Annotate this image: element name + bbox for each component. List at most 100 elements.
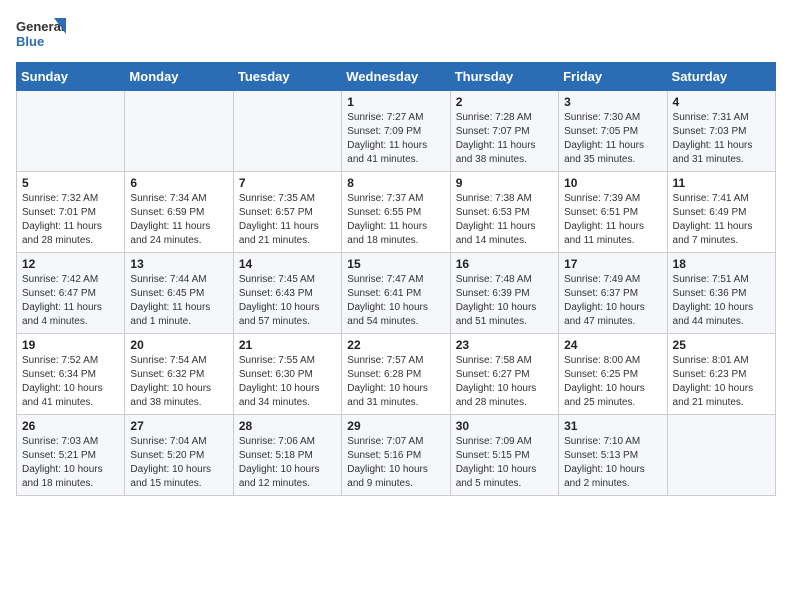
day-number: 11 xyxy=(673,176,770,190)
cell-daylight-info: Sunrise: 7:41 AM Sunset: 6:49 PM Dayligh… xyxy=(673,192,770,248)
day-number: 3 xyxy=(564,95,661,109)
cell-daylight-info: Sunrise: 7:47 AM Sunset: 6:41 PM Dayligh… xyxy=(347,273,444,329)
day-number: 6 xyxy=(130,176,227,190)
weekday-header-wednesday: Wednesday xyxy=(342,63,450,91)
calendar-cell: 1 Sunrise: 7:27 AM Sunset: 7:09 PM Daylig… xyxy=(342,91,450,172)
weekday-header-friday: Friday xyxy=(559,63,667,91)
day-number: 16 xyxy=(456,257,553,271)
cell-daylight-info: Sunrise: 7:51 AM Sunset: 6:36 PM Dayligh… xyxy=(673,273,770,329)
calendar-cell: 10 Sunrise: 7:39 AM Sunset: 6:51 PM Dayli… xyxy=(559,172,667,253)
day-number: 12 xyxy=(22,257,119,271)
calendar-cell xyxy=(667,415,775,496)
weekday-header-row: SundayMondayTuesdayWednesdayThursdayFrid… xyxy=(17,63,776,91)
calendar-cell: 17 Sunrise: 7:49 AM Sunset: 6:37 PM Dayli… xyxy=(559,253,667,334)
calendar-cell xyxy=(125,91,233,172)
calendar-cell: 19 Sunrise: 7:52 AM Sunset: 6:34 PM Dayli… xyxy=(17,334,125,415)
calendar-cell: 9 Sunrise: 7:38 AM Sunset: 6:53 PM Daylig… xyxy=(450,172,558,253)
calendar-cell: 16 Sunrise: 7:48 AM Sunset: 6:39 PM Dayli… xyxy=(450,253,558,334)
day-number: 1 xyxy=(347,95,444,109)
day-number: 14 xyxy=(239,257,336,271)
calendar-cell: 29 Sunrise: 7:07 AM Sunset: 5:16 PM Dayli… xyxy=(342,415,450,496)
calendar-cell: 5Sunrise: 7:32 AM Sunset: 7:01 PM Daylig… xyxy=(17,172,125,253)
calendar-cell: 22 Sunrise: 7:57 AM Sunset: 6:28 PM Dayli… xyxy=(342,334,450,415)
cell-daylight-info: Sunrise: 7:48 AM Sunset: 6:39 PM Dayligh… xyxy=(456,273,553,329)
logo: GeneralBlue xyxy=(16,16,66,52)
day-number: 7 xyxy=(239,176,336,190)
week-row-0: 1 Sunrise: 7:27 AM Sunset: 7:09 PM Daylig… xyxy=(17,91,776,172)
calendar-cell xyxy=(17,91,125,172)
calendar-cell: 4 Sunrise: 7:31 AM Sunset: 7:03 PM Daylig… xyxy=(667,91,775,172)
calendar-cell: 13 Sunrise: 7:44 AM Sunset: 6:45 PM Dayli… xyxy=(125,253,233,334)
day-number: 4 xyxy=(673,95,770,109)
day-number: 13 xyxy=(130,257,227,271)
cell-daylight-info: Sunrise: 7:39 AM Sunset: 6:51 PM Dayligh… xyxy=(564,192,661,248)
cell-daylight-info: Sunrise: 7:10 AM Sunset: 5:13 PM Dayligh… xyxy=(564,435,661,491)
calendar-cell: 2 Sunrise: 7:28 AM Sunset: 7:07 PM Daylig… xyxy=(450,91,558,172)
day-number: 19 xyxy=(22,338,119,352)
cell-daylight-info: Sunrise: 7:44 AM Sunset: 6:45 PM Dayligh… xyxy=(130,273,227,329)
day-number: 30 xyxy=(456,419,553,433)
weekday-header-saturday: Saturday xyxy=(667,63,775,91)
day-number: 29 xyxy=(347,419,444,433)
calendar-table: SundayMondayTuesdayWednesdayThursdayFrid… xyxy=(16,62,776,496)
header: GeneralBlue xyxy=(16,16,776,52)
cell-daylight-info: Sunrise: 7:57 AM Sunset: 6:28 PM Dayligh… xyxy=(347,354,444,410)
cell-daylight-info: Sunrise: 7:03 AM Sunset: 5:21 PM Dayligh… xyxy=(22,435,119,491)
calendar-cell: 28Sunrise: 7:06 AM Sunset: 5:18 PM Dayli… xyxy=(233,415,341,496)
calendar-cell: 25 Sunrise: 8:01 AM Sunset: 6:23 PM Dayli… xyxy=(667,334,775,415)
cell-daylight-info: Sunrise: 8:00 AM Sunset: 6:25 PM Dayligh… xyxy=(564,354,661,410)
day-number: 23 xyxy=(456,338,553,352)
calendar-cell: 21Sunrise: 7:55 AM Sunset: 6:30 PM Dayli… xyxy=(233,334,341,415)
day-number: 21 xyxy=(239,338,336,352)
calendar-cell: 20 Sunrise: 7:54 AM Sunset: 6:32 PM Dayli… xyxy=(125,334,233,415)
day-number: 18 xyxy=(673,257,770,271)
cell-daylight-info: Sunrise: 7:37 AM Sunset: 6:55 PM Dayligh… xyxy=(347,192,444,248)
calendar-cell: 31 Sunrise: 7:10 AM Sunset: 5:13 PM Dayli… xyxy=(559,415,667,496)
calendar-cell: 30Sunrise: 7:09 AM Sunset: 5:15 PM Dayli… xyxy=(450,415,558,496)
cell-daylight-info: Sunrise: 7:28 AM Sunset: 7:07 PM Dayligh… xyxy=(456,111,553,167)
week-row-1: 5Sunrise: 7:32 AM Sunset: 7:01 PM Daylig… xyxy=(17,172,776,253)
logo-svg: GeneralBlue xyxy=(16,16,66,52)
day-number: 22 xyxy=(347,338,444,352)
calendar-cell: 15 Sunrise: 7:47 AM Sunset: 6:41 PM Dayli… xyxy=(342,253,450,334)
cell-daylight-info: Sunrise: 7:58 AM Sunset: 6:27 PM Dayligh… xyxy=(456,354,553,410)
calendar-cell xyxy=(233,91,341,172)
week-row-4: 26 Sunrise: 7:03 AM Sunset: 5:21 PM Dayli… xyxy=(17,415,776,496)
calendar-cell: 6Sunrise: 7:34 AM Sunset: 6:59 PM Daylig… xyxy=(125,172,233,253)
day-number: 26 xyxy=(22,419,119,433)
cell-daylight-info: Sunrise: 8:01 AM Sunset: 6:23 PM Dayligh… xyxy=(673,354,770,410)
cell-daylight-info: Sunrise: 7:27 AM Sunset: 7:09 PM Dayligh… xyxy=(347,111,444,167)
day-number: 25 xyxy=(673,338,770,352)
cell-daylight-info: Sunrise: 7:07 AM Sunset: 5:16 PM Dayligh… xyxy=(347,435,444,491)
day-number: 9 xyxy=(456,176,553,190)
cell-daylight-info: Sunrise: 7:32 AM Sunset: 7:01 PM Dayligh… xyxy=(22,192,119,248)
day-number: 8 xyxy=(347,176,444,190)
day-number: 17 xyxy=(564,257,661,271)
cell-daylight-info: Sunrise: 7:38 AM Sunset: 6:53 PM Dayligh… xyxy=(456,192,553,248)
cell-daylight-info: Sunrise: 7:54 AM Sunset: 6:32 PM Dayligh… xyxy=(130,354,227,410)
cell-daylight-info: Sunrise: 7:06 AM Sunset: 5:18 PM Dayligh… xyxy=(239,435,336,491)
day-number: 10 xyxy=(564,176,661,190)
cell-daylight-info: Sunrise: 7:31 AM Sunset: 7:03 PM Dayligh… xyxy=(673,111,770,167)
week-row-2: 12Sunrise: 7:42 AM Sunset: 6:47 PM Dayli… xyxy=(17,253,776,334)
calendar-cell: 3Sunrise: 7:30 AM Sunset: 7:05 PM Daylig… xyxy=(559,91,667,172)
day-number: 27 xyxy=(130,419,227,433)
week-row-3: 19 Sunrise: 7:52 AM Sunset: 6:34 PM Dayli… xyxy=(17,334,776,415)
calendar-cell: 27 Sunrise: 7:04 AM Sunset: 5:20 PM Dayli… xyxy=(125,415,233,496)
cell-daylight-info: Sunrise: 7:04 AM Sunset: 5:20 PM Dayligh… xyxy=(130,435,227,491)
day-number: 31 xyxy=(564,419,661,433)
calendar-cell: 11 Sunrise: 7:41 AM Sunset: 6:49 PM Dayli… xyxy=(667,172,775,253)
day-number: 20 xyxy=(130,338,227,352)
day-number: 24 xyxy=(564,338,661,352)
svg-text:Blue: Blue xyxy=(16,34,44,49)
calendar-cell: 23 Sunrise: 7:58 AM Sunset: 6:27 PM Dayli… xyxy=(450,334,558,415)
cell-daylight-info: Sunrise: 7:52 AM Sunset: 6:34 PM Dayligh… xyxy=(22,354,119,410)
cell-daylight-info: Sunrise: 7:45 AM Sunset: 6:43 PM Dayligh… xyxy=(239,273,336,329)
calendar-cell: 26 Sunrise: 7:03 AM Sunset: 5:21 PM Dayli… xyxy=(17,415,125,496)
day-number: 15 xyxy=(347,257,444,271)
calendar-cell: 7 Sunrise: 7:35 AM Sunset: 6:57 PM Daylig… xyxy=(233,172,341,253)
day-number: 2 xyxy=(456,95,553,109)
cell-daylight-info: Sunrise: 7:49 AM Sunset: 6:37 PM Dayligh… xyxy=(564,273,661,329)
cell-daylight-info: Sunrise: 7:35 AM Sunset: 6:57 PM Dayligh… xyxy=(239,192,336,248)
weekday-header-thursday: Thursday xyxy=(450,63,558,91)
